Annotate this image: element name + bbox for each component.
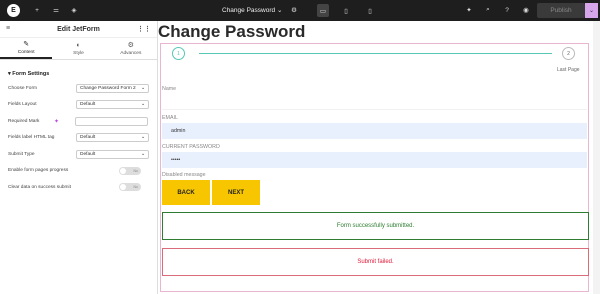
chevron-down-icon: ⌄	[140, 102, 145, 108]
success-message: Form successfully submitted.	[162, 212, 589, 240]
enable-progress-row: Enable form pages progress No	[0, 163, 157, 180]
fields-label-tag-row: Fields label HTML tag Default ⌄	[0, 130, 157, 147]
chevron-down-icon: ⌄	[140, 135, 145, 141]
clear-data-row: Clear data on success submit No	[0, 179, 157, 196]
ai-sparkle-icon[interactable]: ✦	[54, 118, 59, 125]
back-button[interactable]: BACK	[162, 180, 210, 205]
tab-advanced[interactable]: ⚙ Advances	[105, 38, 157, 59]
required-mark-input[interactable]	[75, 116, 149, 126]
fields-layout-select[interactable]: Default ⌄	[76, 100, 149, 110]
widgets-grid-icon[interactable]: ⋮⋮	[137, 25, 151, 33]
current-password-label: CURRENT PASSWORD	[162, 144, 220, 150]
section-form-settings[interactable]: ▾ Form Settings	[0, 60, 157, 80]
name-input[interactable]	[162, 94, 587, 110]
preview-eye-icon[interactable]: ◉	[520, 4, 532, 16]
next-button[interactable]: NEXT	[212, 180, 260, 205]
progress-step-2: 2	[562, 47, 575, 60]
widget-settings-panel: ≡ Edit JetForm ⋮⋮ ✎ Content ◐ Style ⚙ Ad…	[0, 21, 158, 294]
gear-icon[interactable]: ⚙	[288, 4, 300, 16]
enable-progress-toggle[interactable]: No	[119, 166, 141, 175]
help-icon[interactable]: ?	[501, 4, 513, 16]
required-mark-row: Required Mark ✦	[0, 113, 157, 130]
menu-icon[interactable]: ≡	[6, 25, 10, 32]
name-label: Name	[162, 86, 177, 92]
fields-layout-row: Fields Layout Default ⌄	[0, 97, 157, 114]
email-input[interactable]: admin	[162, 123, 587, 139]
elementor-logo-icon[interactable]: E	[7, 4, 20, 17]
ai-magic-icon[interactable]: ✦	[463, 4, 475, 16]
panel-header: ≡ Edit JetForm ⋮⋮	[0, 21, 157, 38]
disabled-message-label: Disabled message	[162, 172, 206, 178]
preview-canvas: Change Password 1 2 Last Page Name EMAIL…	[158, 21, 600, 294]
panel-title: Edit JetForm	[57, 25, 100, 33]
chevron-down-icon: ⌄	[140, 151, 145, 157]
tab-content[interactable]: ✎ Content	[0, 38, 53, 59]
canvas-scrollbar[interactable]	[593, 21, 600, 294]
page-title: Change Password	[158, 22, 306, 41]
clear-data-toggle[interactable]: No	[119, 183, 141, 192]
mobile-icon[interactable]: ▯	[364, 4, 376, 17]
error-message: Submit failed.	[162, 248, 589, 276]
progress-line	[199, 53, 552, 54]
add-icon[interactable]: +	[31, 4, 43, 16]
current-password-input[interactable]: •••••	[162, 152, 587, 168]
pencil-icon: ✎	[23, 41, 30, 48]
progress-step-1: 1	[172, 47, 185, 60]
tab-style[interactable]: ◐ Style	[52, 38, 104, 59]
email-label: EMAIL	[162, 115, 178, 121]
panel-tabs: ✎ Content ◐ Style ⚙ Advances	[0, 38, 157, 60]
chevron-down-icon: ⌄	[140, 85, 145, 91]
gear-icon: ⚙	[127, 42, 134, 49]
tablet-icon[interactable]: ▯	[340, 4, 352, 17]
settings-sliders-icon[interactable]: ⚌	[50, 4, 62, 16]
document-title[interactable]: Change Password ⌄	[222, 6, 282, 14]
choose-form-select[interactable]: Change Password Form 2 ⌄	[76, 83, 149, 93]
layers-icon[interactable]: ◈	[68, 4, 80, 16]
desktop-icon[interactable]: ▭	[317, 4, 329, 17]
submit-type-row: Submit Type Default ⌄	[0, 146, 157, 163]
chevron-down-icon: ⌄	[276, 7, 283, 14]
publish-button[interactable]: Publish	[537, 3, 585, 18]
half-circle-icon: ◐	[76, 41, 81, 49]
publish-options-chevron-icon[interactable]: ⌄	[585, 3, 598, 18]
top-toolbar: E + ⚌ ◈ Change Password ⌄ ⚙ ▭ ▯ ▯ ✦ ⌕ ? …	[0, 0, 600, 21]
submit-type-select[interactable]: Default ⌄	[76, 149, 149, 159]
search-icon[interactable]: ⌕	[482, 4, 494, 16]
last-page-label: Last Page	[557, 67, 580, 73]
choose-form-row: Choose Form Change Password Form 2 ⌄	[0, 80, 157, 97]
fields-label-tag-select[interactable]: Default ⌄	[76, 133, 149, 143]
